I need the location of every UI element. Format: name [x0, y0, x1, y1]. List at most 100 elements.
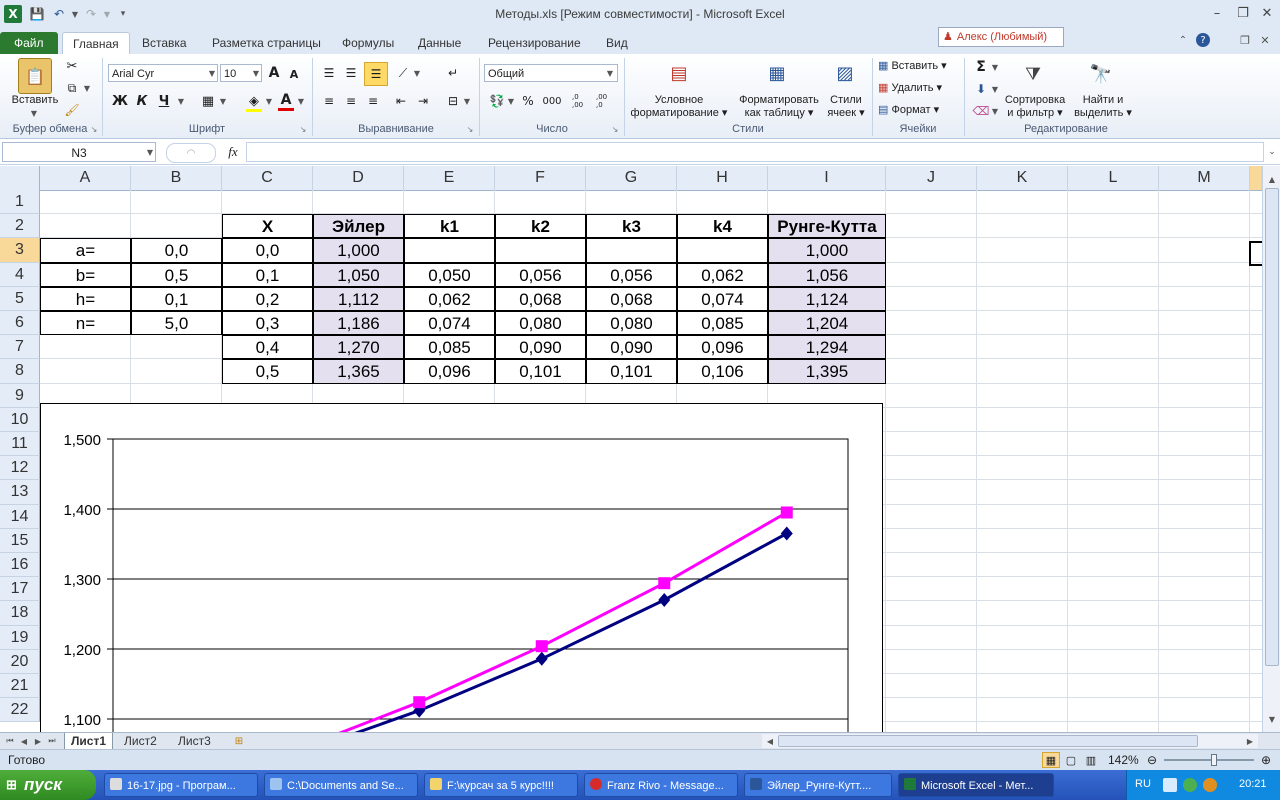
zoom-out-icon[interactable]: ⊖: [1144, 752, 1160, 768]
table-cell[interactable]: 0,101: [586, 359, 677, 384]
table-cell[interactable]: 0,085: [404, 335, 495, 360]
page-layout-view-icon[interactable]: ▢: [1062, 752, 1080, 768]
table-cell[interactable]: 0,074: [677, 286, 768, 311]
table-cell[interactable]: 1,112: [313, 286, 404, 311]
param-label-cell[interactable]: n=: [40, 311, 131, 336]
table-cell[interactable]: 0,074: [404, 311, 495, 336]
row-header-15[interactable]: 15: [0, 528, 40, 553]
row-header-11[interactable]: 11: [0, 432, 40, 457]
zoom-in-icon[interactable]: ⊕: [1258, 752, 1274, 768]
row-header-16[interactable]: 16: [0, 553, 40, 578]
table-cell[interactable]: 0,090: [586, 335, 677, 360]
horizontal-scrollbar[interactable]: ◀ ▶: [762, 734, 1258, 748]
table-header-cell[interactable]: X: [222, 214, 313, 239]
task-item-excel[interactable]: Microsoft Excel - Мет...: [898, 773, 1054, 797]
task-item-explorer-documents[interactable]: C:\Documents and Se...: [264, 773, 418, 797]
table-cell[interactable]: [586, 238, 677, 263]
param-value-cell[interactable]: 5,0: [131, 311, 222, 336]
table-cell[interactable]: 0,062: [677, 262, 768, 287]
scroll-down-icon[interactable]: ▼: [1265, 712, 1279, 726]
table-cell[interactable]: 1,050: [313, 262, 404, 287]
table-cell[interactable]: 0,090: [495, 335, 586, 360]
table-cell[interactable]: 0,085: [677, 311, 768, 336]
table-cell[interactable]: 1,186: [313, 311, 404, 336]
next-sheet-icon[interactable]: ▶: [32, 734, 44, 748]
normal-view-icon[interactable]: ▦: [1042, 752, 1060, 768]
tray-icon-antivirus[interactable]: [1203, 778, 1217, 792]
table-cell[interactable]: 0,096: [404, 359, 495, 384]
table-cell[interactable]: 0,056: [495, 262, 586, 287]
scroll-right-icon[interactable]: ▶: [1244, 734, 1256, 748]
table-cell[interactable]: 0,3: [222, 311, 313, 336]
row-header-19[interactable]: 19: [0, 625, 40, 650]
task-item-word[interactable]: Эйлер_Рунге-Кутт....: [744, 773, 892, 797]
row-header-20[interactable]: 20: [0, 649, 40, 674]
table-header-cell[interactable]: k3: [586, 214, 677, 239]
param-value-cell[interactable]: 0,0: [131, 238, 222, 263]
table-cell[interactable]: 0,068: [586, 286, 677, 311]
param-value-cell[interactable]: 0,1: [131, 286, 222, 311]
table-cell[interactable]: 0,5: [222, 359, 313, 384]
row-header-18[interactable]: 18: [0, 601, 40, 626]
zoom-slider-thumb[interactable]: [1211, 754, 1217, 766]
start-button[interactable]: ⊞ пуск: [0, 770, 96, 800]
table-cell[interactable]: [404, 238, 495, 263]
table-cell[interactable]: 1,365: [313, 359, 404, 384]
table-cell[interactable]: 0,050: [404, 262, 495, 287]
table-cell[interactable]: 1,204: [768, 311, 886, 336]
scroll-up-icon[interactable]: ▲: [1265, 172, 1279, 186]
row-header-22[interactable]: 22: [0, 698, 40, 723]
table-cell[interactable]: 0,096: [677, 335, 768, 360]
table-cell[interactable]: 1,000: [313, 238, 404, 263]
table-cell[interactable]: 1,294: [768, 335, 886, 360]
row-header-21[interactable]: 21: [0, 674, 40, 699]
vertical-scrollbar[interactable]: ▲ ▼: [1262, 166, 1280, 732]
tray-icon-network[interactable]: [1163, 778, 1177, 792]
table-cell[interactable]: 1,000: [768, 238, 886, 263]
row-header-3[interactable]: 3: [0, 238, 40, 263]
prev-sheet-icon[interactable]: ◀: [18, 734, 30, 748]
row-header-6[interactable]: 6: [0, 311, 40, 336]
table-cell[interactable]: 0,101: [495, 359, 586, 384]
row-header-7[interactable]: 7: [0, 335, 40, 360]
row-header-9[interactable]: 9: [0, 383, 40, 408]
row-header-10[interactable]: 10: [0, 407, 40, 432]
row-header-8[interactable]: 8: [0, 359, 40, 384]
table-cell[interactable]: [495, 238, 586, 263]
page-break-view-icon[interactable]: ▥: [1082, 752, 1100, 768]
param-label-cell[interactable]: b=: [40, 262, 131, 287]
row-header-5[interactable]: 5: [0, 286, 40, 311]
table-cell[interactable]: 1,124: [768, 286, 886, 311]
chart[interactable]: 1,100 1,200 1,300 1,400 1,500: [40, 403, 883, 744]
row-header-2[interactable]: 2: [0, 214, 40, 239]
last-sheet-icon[interactable]: ⏭: [46, 734, 58, 748]
row-header-12[interactable]: 12: [0, 456, 40, 481]
vertical-scroll-thumb[interactable]: [1265, 188, 1279, 666]
table-header-cell[interactable]: k2: [495, 214, 586, 239]
table-cell[interactable]: 0,056: [586, 262, 677, 287]
language-indicator[interactable]: RU: [1135, 778, 1151, 790]
row-header-14[interactable]: 14: [0, 504, 40, 529]
table-header-cell[interactable]: Рунге-Кутта: [768, 214, 886, 239]
task-item-image-viewer[interactable]: 16-17.jpg - Програм...: [104, 773, 258, 797]
table-cell[interactable]: 0,2: [222, 286, 313, 311]
zoom-slider[interactable]: [1164, 759, 1254, 761]
table-cell[interactable]: 1,056: [768, 262, 886, 287]
sheet-tab-3[interactable]: Лист3: [172, 733, 217, 749]
row-header-4[interactable]: 4: [0, 262, 40, 287]
zoom-level[interactable]: 142%: [1108, 753, 1139, 767]
table-cell[interactable]: 1,395: [768, 359, 886, 384]
param-label-cell[interactable]: h=: [40, 286, 131, 311]
table-cell[interactable]: 0,068: [495, 286, 586, 311]
table-cell[interactable]: 0,106: [677, 359, 768, 384]
scroll-left-icon[interactable]: ◀: [764, 734, 776, 748]
task-item-opera[interactable]: Franz Rivo - Message...: [584, 773, 738, 797]
row-header-1[interactable]: 1: [0, 190, 40, 215]
table-cell[interactable]: 0,080: [495, 311, 586, 336]
table-cell[interactable]: 0,1: [222, 262, 313, 287]
table-header-cell[interactable]: k1: [404, 214, 495, 239]
table-cell[interactable]: [677, 238, 768, 263]
param-value-cell[interactable]: 0,5: [131, 262, 222, 287]
tray-icon-volume[interactable]: [1183, 778, 1197, 792]
task-item-explorer-folder[interactable]: F:\курсач за 5 курс!!!!: [424, 773, 578, 797]
